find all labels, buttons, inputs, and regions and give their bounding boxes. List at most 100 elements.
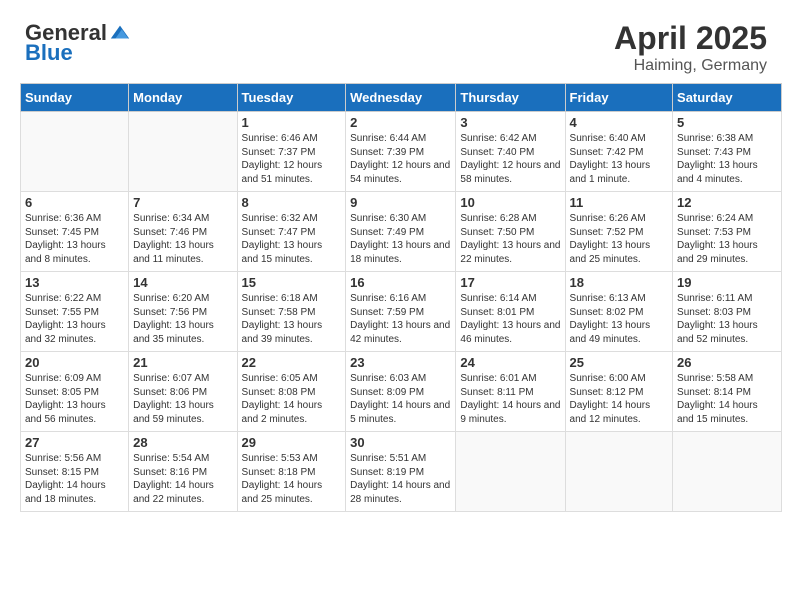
day-info: Sunrise: 6:14 AM Sunset: 8:01 PM Dayligh… [460, 292, 560, 346]
day-info: Sunrise: 6:42 AM Sunset: 7:40 PM Dayligh… [460, 132, 560, 186]
day-number: 16 [350, 275, 451, 290]
day-info: Sunrise: 6:07 AM Sunset: 8:06 PM Dayligh… [133, 372, 232, 426]
calendar-week-2: 6 Sunrise: 6:36 AM Sunset: 7:45 PM Daylig… [21, 192, 782, 272]
calendar-table: SundayMondayTuesdayWednesdayThursdayFrid… [20, 83, 782, 512]
day-number: 12 [677, 195, 777, 210]
logo-icon [109, 22, 131, 44]
day-info: Sunrise: 5:58 AM Sunset: 8:14 PM Dayligh… [677, 372, 777, 426]
day-number: 29 [242, 435, 342, 450]
calendar-week-5: 27 Sunrise: 5:56 AM Sunset: 8:15 PM Dayli… [21, 432, 782, 512]
calendar-cell: 14 Sunrise: 6:20 AM Sunset: 7:56 PM Dayli… [129, 272, 237, 352]
weekday-header-sunday: Sunday [21, 84, 129, 112]
day-info: Sunrise: 5:56 AM Sunset: 8:15 PM Dayligh… [25, 452, 124, 506]
day-info: Sunrise: 6:34 AM Sunset: 7:46 PM Dayligh… [133, 212, 232, 266]
weekday-header-wednesday: Wednesday [346, 84, 456, 112]
day-number: 9 [350, 195, 451, 210]
day-info: Sunrise: 6:00 AM Sunset: 8:12 PM Dayligh… [570, 372, 669, 426]
day-info: Sunrise: 6:24 AM Sunset: 7:53 PM Dayligh… [677, 212, 777, 266]
day-number: 2 [350, 115, 451, 130]
weekday-header-tuesday: Tuesday [237, 84, 346, 112]
day-info: Sunrise: 6:32 AM Sunset: 7:47 PM Dayligh… [242, 212, 342, 266]
day-info: Sunrise: 6:26 AM Sunset: 7:52 PM Dayligh… [570, 212, 669, 266]
calendar-cell: 1 Sunrise: 6:46 AM Sunset: 7:37 PM Daylig… [237, 112, 346, 192]
calendar-cell: 30Sunrise: 5:51 AM Sunset: 8:19 PM Dayli… [346, 432, 456, 512]
calendar-cell: 23Sunrise: 6:03 AM Sunset: 8:09 PM Dayli… [346, 352, 456, 432]
day-number: 3 [460, 115, 560, 130]
calendar-cell: 26 Sunrise: 5:58 AM Sunset: 8:14 PM Dayli… [673, 352, 782, 432]
day-number: 6 [25, 195, 124, 210]
calendar-cell: 13 Sunrise: 6:22 AM Sunset: 7:55 PM Dayli… [21, 272, 129, 352]
day-info: Sunrise: 6:30 AM Sunset: 7:49 PM Dayligh… [350, 212, 451, 266]
calendar-cell: 28Sunrise: 5:54 AM Sunset: 8:16 PM Dayli… [129, 432, 237, 512]
logo-blue-text: Blue [25, 40, 73, 66]
day-number: 17 [460, 275, 560, 290]
day-number: 20 [25, 355, 124, 370]
calendar-cell: 18 Sunrise: 6:13 AM Sunset: 8:02 PM Dayli… [565, 272, 673, 352]
day-info: Sunrise: 6:44 AM Sunset: 7:39 PM Dayligh… [350, 132, 451, 186]
day-info: Sunrise: 6:03 AM Sunset: 8:09 PM Dayligh… [350, 372, 451, 426]
calendar-cell: 4Sunrise: 6:40 AM Sunset: 7:42 PM Daylig… [565, 112, 673, 192]
calendar-cell: 15Sunrise: 6:18 AM Sunset: 7:58 PM Dayli… [237, 272, 346, 352]
day-number: 27 [25, 435, 124, 450]
day-info: Sunrise: 6:05 AM Sunset: 8:08 PM Dayligh… [242, 372, 342, 426]
day-number: 5 [677, 115, 777, 130]
page-header: General Blue April 2025 Haiming, Germany [10, 10, 782, 83]
calendar-cell: 22 Sunrise: 6:05 AM Sunset: 8:08 PM Dayli… [237, 352, 346, 432]
calendar-cell: 17 Sunrise: 6:14 AM Sunset: 8:01 PM Dayli… [456, 272, 565, 352]
day-info: Sunrise: 6:36 AM Sunset: 7:45 PM Dayligh… [25, 212, 124, 266]
calendar-week-4: 20 Sunrise: 6:09 AM Sunset: 8:05 PM Dayli… [21, 352, 782, 432]
day-number: 26 [677, 355, 777, 370]
calendar-cell: 3 Sunrise: 6:42 AM Sunset: 7:40 PM Daylig… [456, 112, 565, 192]
location: Haiming, Germany [614, 57, 767, 75]
day-number: 7 [133, 195, 232, 210]
day-info: Sunrise: 6:13 AM Sunset: 8:02 PM Dayligh… [570, 292, 669, 346]
day-number: 14 [133, 275, 232, 290]
day-info: Sunrise: 6:46 AM Sunset: 7:37 PM Dayligh… [242, 132, 342, 186]
day-number: 30 [350, 435, 451, 450]
calendar-cell: 25 Sunrise: 6:00 AM Sunset: 8:12 PM Dayli… [565, 352, 673, 432]
calendar-cell: 6 Sunrise: 6:36 AM Sunset: 7:45 PM Daylig… [21, 192, 129, 272]
calendar-cell [565, 432, 673, 512]
day-number: 24 [460, 355, 560, 370]
weekday-header-row: SundayMondayTuesdayWednesdayThursdayFrid… [21, 84, 782, 112]
day-info: Sunrise: 6:01 AM Sunset: 8:11 PM Dayligh… [460, 372, 560, 426]
calendar-cell: 24 Sunrise: 6:01 AM Sunset: 8:11 PM Dayli… [456, 352, 565, 432]
calendar-cell: 11 Sunrise: 6:26 AM Sunset: 7:52 PM Dayli… [565, 192, 673, 272]
calendar-cell: 2 Sunrise: 6:44 AM Sunset: 7:39 PM Daylig… [346, 112, 456, 192]
calendar-cell: 21Sunrise: 6:07 AM Sunset: 8:06 PM Dayli… [129, 352, 237, 432]
day-number: 22 [242, 355, 342, 370]
calendar-cell [456, 432, 565, 512]
day-number: 1 [242, 115, 342, 130]
day-info: Sunrise: 6:16 AM Sunset: 7:59 PM Dayligh… [350, 292, 451, 346]
calendar-cell: 19 Sunrise: 6:11 AM Sunset: 8:03 PM Dayli… [673, 272, 782, 352]
day-info: Sunrise: 5:54 AM Sunset: 8:16 PM Dayligh… [133, 452, 232, 506]
calendar-week-3: 13 Sunrise: 6:22 AM Sunset: 7:55 PM Dayli… [21, 272, 782, 352]
day-number: 8 [242, 195, 342, 210]
day-info: Sunrise: 6:20 AM Sunset: 7:56 PM Dayligh… [133, 292, 232, 346]
calendar-cell: 8 Sunrise: 6:32 AM Sunset: 7:47 PM Daylig… [237, 192, 346, 272]
day-number: 15 [242, 275, 342, 290]
calendar-cell: 9 Sunrise: 6:30 AM Sunset: 7:49 PM Daylig… [346, 192, 456, 272]
calendar-cell: 12 Sunrise: 6:24 AM Sunset: 7:53 PM Dayli… [673, 192, 782, 272]
calendar-cell: 16 Sunrise: 6:16 AM Sunset: 7:59 PM Dayli… [346, 272, 456, 352]
day-number: 11 [570, 195, 669, 210]
day-info: Sunrise: 6:40 AM Sunset: 7:42 PM Dayligh… [570, 132, 669, 186]
day-info: Sunrise: 6:22 AM Sunset: 7:55 PM Dayligh… [25, 292, 124, 346]
weekday-header-friday: Friday [565, 84, 673, 112]
day-number: 25 [570, 355, 669, 370]
calendar-cell: 5 Sunrise: 6:38 AM Sunset: 7:43 PM Daylig… [673, 112, 782, 192]
calendar-cell [21, 112, 129, 192]
calendar-container: SundayMondayTuesdayWednesdayThursdayFrid… [10, 83, 782, 522]
day-info: Sunrise: 6:09 AM Sunset: 8:05 PM Dayligh… [25, 372, 124, 426]
month-year: April 2025 [614, 20, 767, 57]
day-number: 18 [570, 275, 669, 290]
day-number: 13 [25, 275, 124, 290]
day-info: Sunrise: 5:53 AM Sunset: 8:18 PM Dayligh… [242, 452, 342, 506]
day-number: 19 [677, 275, 777, 290]
day-info: Sunrise: 6:38 AM Sunset: 7:43 PM Dayligh… [677, 132, 777, 186]
weekday-header-monday: Monday [129, 84, 237, 112]
day-number: 10 [460, 195, 560, 210]
calendar-cell: 27 Sunrise: 5:56 AM Sunset: 8:15 PM Dayli… [21, 432, 129, 512]
day-info: Sunrise: 6:11 AM Sunset: 8:03 PM Dayligh… [677, 292, 777, 346]
calendar-cell: 20 Sunrise: 6:09 AM Sunset: 8:05 PM Dayli… [21, 352, 129, 432]
